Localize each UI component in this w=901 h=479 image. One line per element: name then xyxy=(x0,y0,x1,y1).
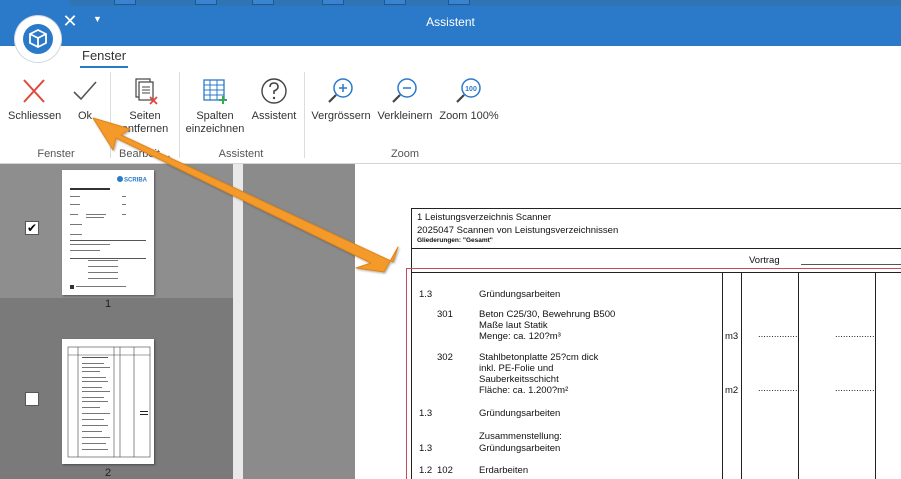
spalten-label: Spalten xyxy=(196,110,234,122)
row-text: inkl. PE-Folie und xyxy=(479,363,554,374)
ribbon-tab-row: Fenster xyxy=(0,46,901,70)
page-1-thumbnail[interactable]: SCRIBA xyxy=(62,170,154,295)
remove-pages-icon xyxy=(135,78,158,105)
row-text: Gründungsarbeiten xyxy=(479,289,561,300)
toolbar-strip-icon xyxy=(448,0,470,5)
document-view[interactable]: 1 Leistungsverzeichnis Scanner 2025047 S… xyxy=(243,164,901,479)
einzeichnen-label: einzeichnen xyxy=(185,123,245,135)
page-1-preview: SCRIBA xyxy=(70,176,148,289)
page-1-checkbox[interactable]: ✔ xyxy=(25,221,39,235)
row-dots: ............... xyxy=(835,329,875,340)
ribbon-separator xyxy=(110,72,111,158)
column-line xyxy=(722,272,723,479)
row-pos: 302 xyxy=(437,352,453,363)
vortrag-label: Vortrag xyxy=(749,255,780,266)
verkleinern-label: Verkleinern xyxy=(377,110,433,122)
group-label-assistent: Assistent xyxy=(218,148,264,160)
seiten-label: Seiten xyxy=(129,110,161,122)
toolbar-strip-icon xyxy=(322,0,344,5)
verkleinern-button[interactable]: Verkleinern xyxy=(376,76,434,123)
row-pos: 1.3 xyxy=(419,289,433,300)
row-dots: ............... xyxy=(835,383,875,394)
row-text: Erdarbeiten xyxy=(479,465,529,476)
tab-active-indicator xyxy=(80,66,128,68)
row-text: Zusammenstellung: xyxy=(479,431,562,442)
doc-header-line-1: 1 Leistungsverzeichnis Scanner xyxy=(417,212,552,223)
scriba-brand: SCRIBA xyxy=(124,178,148,184)
zoom-100-button[interactable]: 100 Zoom 100% xyxy=(437,76,501,123)
seiten-entfernen-button[interactable]: Seiten entfernen xyxy=(117,76,173,136)
checkmark-icon xyxy=(73,81,97,101)
row-pos: 1.2 xyxy=(419,465,433,476)
group-label-zoom: Zoom xyxy=(390,148,420,160)
group-label-bearbeiten: Bearbeit… xyxy=(119,148,171,160)
title-bar: ✕ ▼ Assistent xyxy=(0,0,901,46)
row-dots: ............... xyxy=(758,329,798,340)
page-2-number: 2 xyxy=(104,467,112,479)
vergroessern-button[interactable]: Vergrössern xyxy=(310,76,372,123)
pane-splitter[interactable] xyxy=(233,164,243,479)
schliessen-label: Schliessen xyxy=(8,110,62,122)
row-text: Gründungsarbeiten xyxy=(479,408,561,419)
svg-text:100: 100 xyxy=(465,86,477,93)
ribbon-separator xyxy=(304,72,305,158)
assistent-button[interactable]: Assistent xyxy=(250,76,298,123)
row-text: Sauberkeitsschicht xyxy=(479,374,559,385)
ribbon: Schliessen Ok Seiten entfernen Spalten e… xyxy=(0,70,901,164)
zoom-100-label: Zoom 100% xyxy=(439,110,499,122)
table-top-line xyxy=(411,272,901,273)
zoom-in-icon xyxy=(328,78,353,103)
draw-columns-icon xyxy=(203,79,227,104)
row-pos: 1.3 xyxy=(419,443,433,454)
tab-fenster[interactable]: Fenster xyxy=(82,48,126,63)
assistent-label: Assistent xyxy=(251,110,297,122)
column-line xyxy=(798,272,799,479)
ok-label: Ok xyxy=(77,110,93,122)
doc-header-line-3: Gliederungen: "Gesamt" xyxy=(417,237,493,244)
column-line xyxy=(741,272,742,479)
row-text: Menge: ca. 120?m³ xyxy=(479,331,561,342)
doc-header-line-2: 2025047 Scannen von Leistungsverzeichnis… xyxy=(417,225,619,236)
row-unit: m3 xyxy=(725,331,739,342)
header-bottom-line xyxy=(411,248,901,249)
document-page: 1 Leistungsverzeichnis Scanner 2025047 S… xyxy=(355,164,901,479)
schliessen-button[interactable]: Schliessen xyxy=(8,76,62,123)
page-2-checkbox[interactable] xyxy=(25,392,39,406)
ribbon-separator xyxy=(179,72,180,158)
row-text: Beton C25/30, Bewehrung B500 xyxy=(479,309,616,320)
row-dots: ............... xyxy=(758,383,798,394)
toolbar-strip-icon xyxy=(384,0,406,5)
group-label-fenster: Fenster xyxy=(37,148,75,160)
app-logo-icon[interactable] xyxy=(15,16,61,62)
toolbar-strip-icon xyxy=(195,0,217,5)
column-line xyxy=(875,272,876,479)
row-text: Stahlbetonplatte 25?cm dick xyxy=(479,352,599,363)
question-icon xyxy=(261,78,287,104)
row-text: Gründungsarbeiten xyxy=(479,443,561,454)
toolbar-strip-icon xyxy=(252,0,274,5)
header-top-line xyxy=(411,208,901,209)
zoom-out-icon xyxy=(392,78,417,103)
ok-button[interactable]: Ok xyxy=(68,76,102,123)
page-2-thumbnail[interactable] xyxy=(62,339,154,464)
row-text: Fläche: ca. 1.200?m² xyxy=(479,385,569,396)
row-text: Maße laut Statik xyxy=(479,320,548,331)
spalten-einzeichnen-button[interactable]: Spalten einzeichnen xyxy=(184,76,246,136)
row-pos: 301 xyxy=(437,309,453,320)
top-toolbar-strip xyxy=(70,0,901,6)
row-sub-pos: 102 xyxy=(437,465,453,476)
page-1-number: 1 xyxy=(104,298,112,310)
vergroessern-label: Vergrössern xyxy=(311,110,371,122)
row-pos: 1.3 xyxy=(419,408,433,419)
page-thumbnail-pane[interactable]: ✔ SCRIBA 1 2 xyxy=(0,164,233,479)
toolbar-strip-icon xyxy=(114,0,136,5)
page-2-preview xyxy=(67,346,151,458)
window-title: Assistent xyxy=(426,15,475,29)
vortrag-line xyxy=(801,264,901,265)
assistant-window: ✕ ▼ Assistent Fenster Schliessen Ok Seit… xyxy=(0,0,901,479)
row-unit: m2 xyxy=(725,385,739,396)
entfernen-label: entfernen xyxy=(121,123,169,135)
x-icon xyxy=(23,79,45,103)
zoom-100-icon: 100 xyxy=(456,78,481,103)
